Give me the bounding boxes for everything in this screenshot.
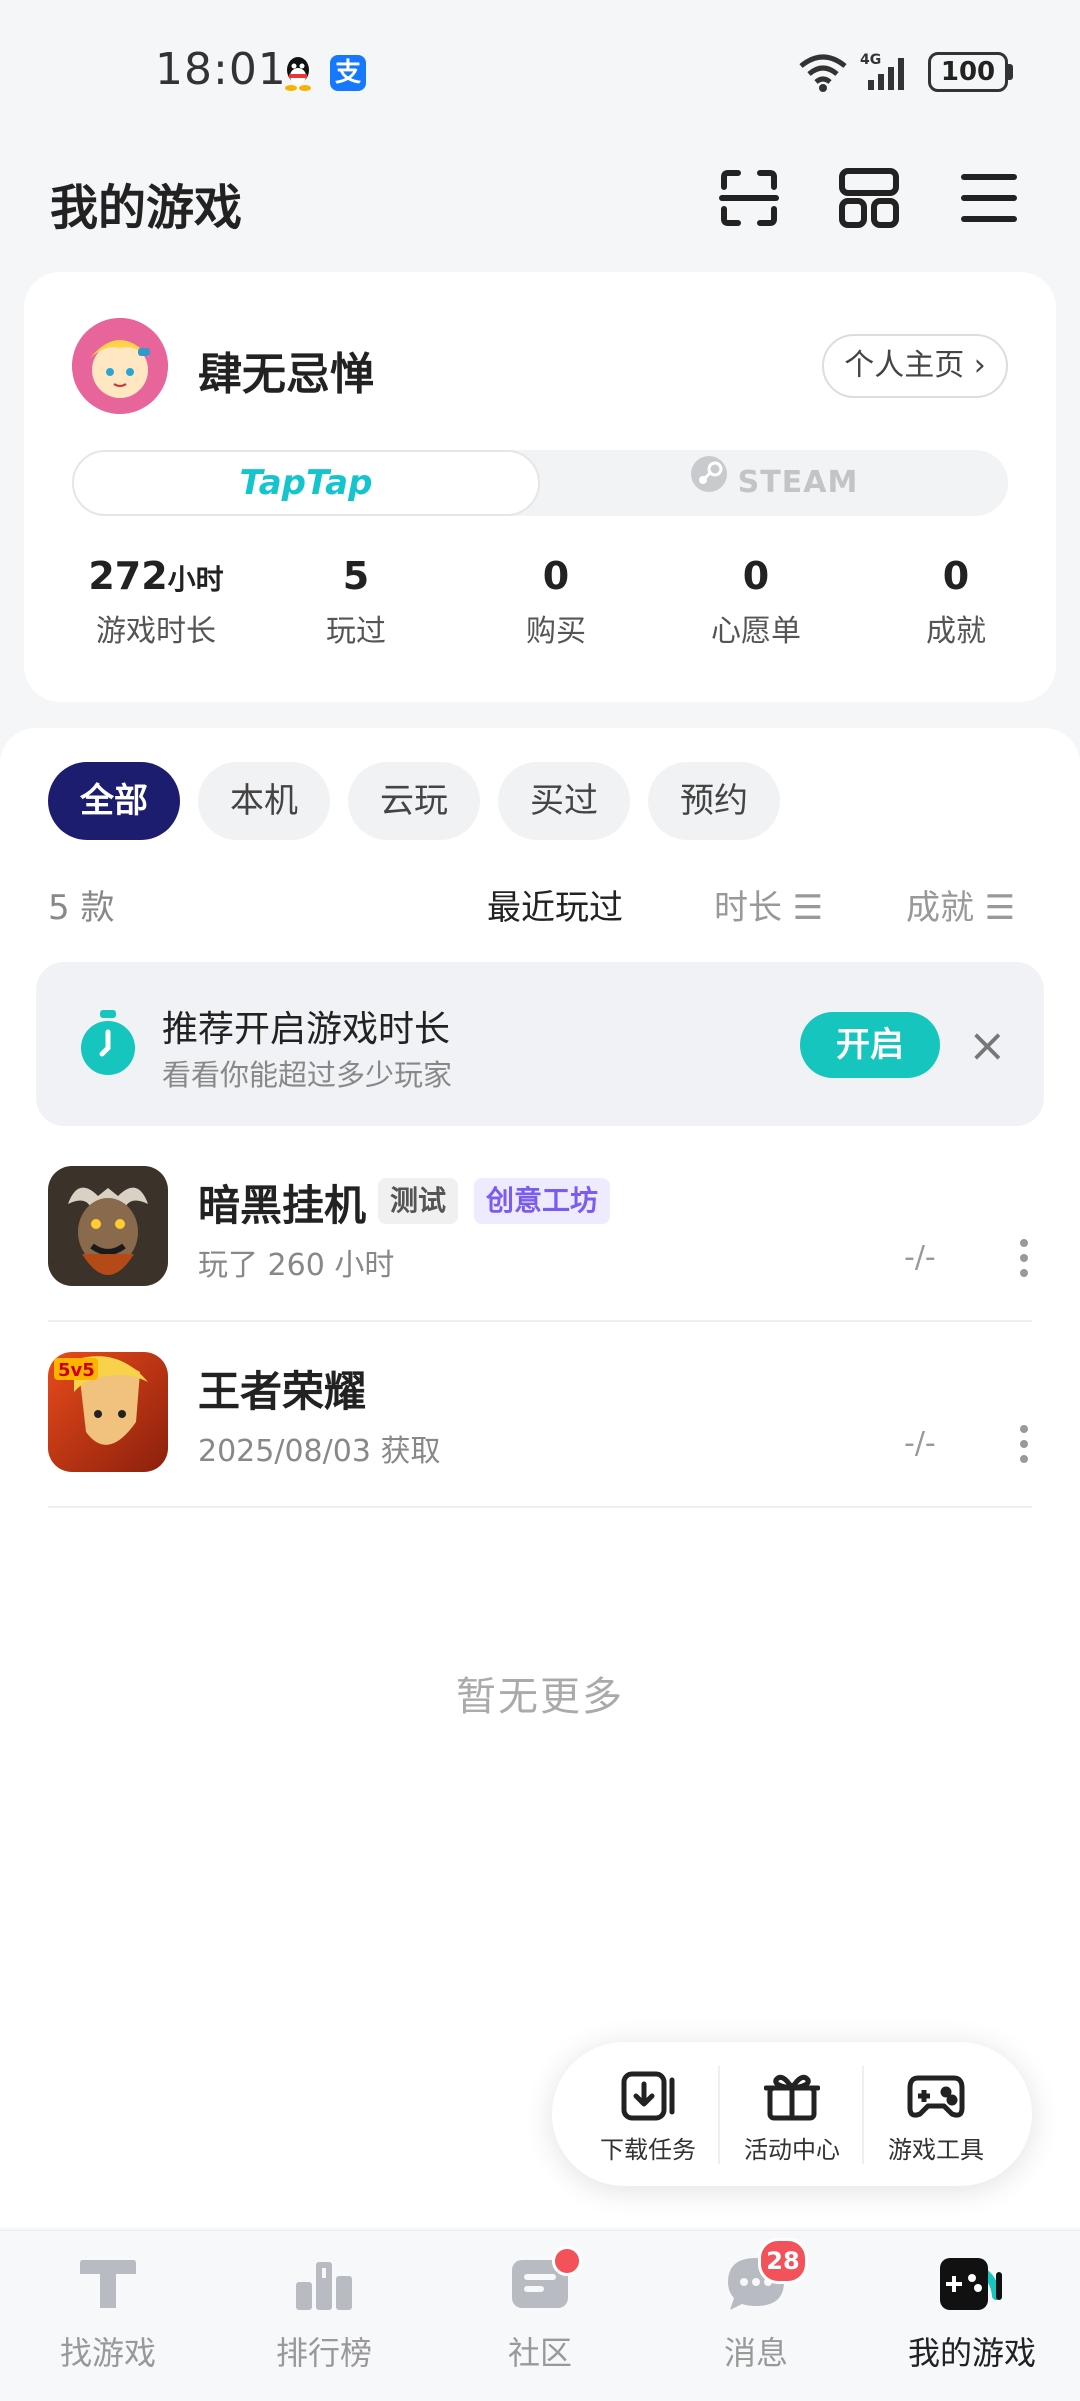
stat-wishlist[interactable]: 0 心愿单 — [656, 554, 856, 650]
list-item[interactable]: 5v5 王者荣耀 2025/08/03 获取 -/- — [48, 1320, 1032, 1508]
game-acquired-date: 2025/08/03 获取 — [198, 1434, 441, 1469]
tab-taptap[interactable]: TapTap — [72, 450, 540, 516]
qq-notification-icon — [280, 54, 316, 94]
sort-achievements[interactable]: 成就 ☰ — [906, 880, 1015, 929]
divider — [862, 2066, 864, 2164]
promo-title: 推荐开启游戏时长 — [162, 1009, 451, 1050]
game-rating: -/- — [904, 1426, 936, 1461]
download-icon — [621, 2071, 675, 2121]
no-more-label: 暂无更多 — [456, 1674, 624, 1720]
alipay-notification-icon: 支 — [330, 55, 366, 91]
stat-achievements[interactable]: 0 成就 — [856, 554, 1056, 650]
tool-label: 下载任务 — [600, 2136, 696, 2164]
taptap-t-icon — [80, 2260, 136, 2308]
stopwatch-icon — [78, 1008, 138, 1082]
gamepad-icon — [907, 2075, 965, 2118]
stat-label: 玩过 — [326, 614, 386, 649]
sort-recent[interactable]: 最近玩过 — [487, 880, 623, 929]
filter-chip-reserved[interactable]: 预约 — [648, 762, 780, 840]
nav-find-games[interactable]: 找游戏 — [0, 2252, 216, 2374]
steam-icon — [690, 451, 728, 517]
signal-icon: 4G — [860, 50, 918, 92]
game-name: 王者荣耀 — [198, 1367, 367, 1416]
nav-community[interactable]: 社区 — [432, 2252, 648, 2374]
game-playtime: 玩了 260 小时 — [198, 1248, 395, 1283]
game-count: 5 款 — [48, 888, 115, 928]
scan-icon[interactable] — [716, 165, 782, 231]
tag-test: 测试 — [378, 1178, 459, 1224]
tab-steam[interactable]: STEAM — [540, 450, 1008, 516]
stat-purchased[interactable]: 0 购买 — [456, 554, 656, 650]
game-icon-anhei — [48, 1166, 168, 1286]
filter-chip-local[interactable]: 本机 — [198, 762, 330, 840]
page-title: 我的游戏 — [50, 180, 243, 236]
personal-homepage-button[interactable]: 个人主页 › — [822, 334, 1008, 398]
nav-my-games[interactable]: 我的游戏 — [864, 2252, 1080, 2374]
promo-subtitle: 看看你能超过多少玩家 — [162, 1058, 453, 1092]
battery-icon: 100 — [928, 52, 1008, 92]
stat-label: 心愿单 — [711, 614, 801, 649]
nav-label: 排行榜 — [275, 2334, 372, 2372]
avatar[interactable] — [72, 318, 168, 414]
status-time: 18:01 — [155, 44, 287, 95]
svg-text:4G: 4G — [860, 52, 881, 68]
battery-tip — [1008, 64, 1013, 80]
layout-grid-icon[interactable] — [836, 165, 902, 231]
ranking-icon — [296, 2262, 352, 2310]
game-icon-wangzhe: 5v5 — [48, 1352, 168, 1472]
nav-label: 社区 — [507, 2334, 572, 2372]
stat-playtime[interactable]: 272小时 游戏时长 — [56, 554, 256, 650]
gift-icon — [763, 2074, 821, 2121]
stat-unit: 小时 — [167, 563, 224, 596]
stat-value: 5 — [342, 554, 370, 598]
more-options-icon[interactable] — [1016, 1238, 1032, 1282]
enable-playtime-button[interactable]: 开启 — [800, 1012, 940, 1078]
stat-label: 成就 — [926, 614, 986, 649]
list-item[interactable]: 暗黑挂机 测试 创意工坊 玩了 260 小时 -/- — [48, 1134, 1032, 1322]
menu-icon[interactable] — [956, 165, 1022, 231]
tool-activity-center[interactable]: 活动中心 — [722, 2070, 862, 2165]
nav-messages[interactable]: 消息 — [648, 2252, 864, 2374]
divider — [718, 2066, 720, 2164]
sort-playtime[interactable]: 时长 ☰ — [714, 880, 823, 929]
tool-label: 游戏工具 — [888, 2136, 984, 2164]
more-options-icon[interactable] — [1016, 1424, 1032, 1468]
nav-label: 找游戏 — [59, 2334, 156, 2372]
stat-value: 0 — [942, 554, 970, 598]
game-name: 暗黑挂机 — [198, 1181, 367, 1230]
stat-played[interactable]: 5 玩过 — [256, 554, 456, 650]
steam-label: STEAM — [737, 465, 859, 500]
my-games-icon — [940, 2258, 1002, 2310]
stat-value: 0 — [742, 554, 770, 598]
stat-value: 0 — [542, 554, 570, 598]
stat-label: 游戏时长 — [96, 614, 216, 649]
wifi-icon — [798, 52, 848, 92]
filter-chip-bought[interactable]: 买过 — [498, 762, 630, 840]
username: 肆无忌惮 — [198, 349, 374, 400]
svg-text:5v5: 5v5 — [58, 1360, 95, 1381]
filter-chip-cloud[interactable]: 云玩 — [348, 762, 480, 840]
tag-workshop: 创意工坊 — [474, 1178, 611, 1224]
nav-rankings[interactable]: 排行榜 — [216, 2252, 432, 2374]
stat-value: 272 — [88, 554, 168, 598]
stat-label: 购买 — [526, 614, 586, 649]
community-unread-dot — [552, 2246, 582, 2276]
tool-game-tools[interactable]: 游戏工具 — [866, 2070, 1006, 2165]
filter-chip-all[interactable]: 全部 — [48, 762, 180, 840]
message-count-badge: 28 — [758, 2238, 808, 2284]
game-rating: -/- — [904, 1240, 936, 1275]
tool-download-tasks[interactable]: 下载任务 — [578, 2070, 718, 2165]
nav-label: 我的游戏 — [907, 2334, 1036, 2372]
nav-label: 消息 — [723, 2334, 788, 2372]
tool-label: 活动中心 — [744, 2136, 840, 2164]
close-icon[interactable]: × — [968, 1020, 1007, 1070]
